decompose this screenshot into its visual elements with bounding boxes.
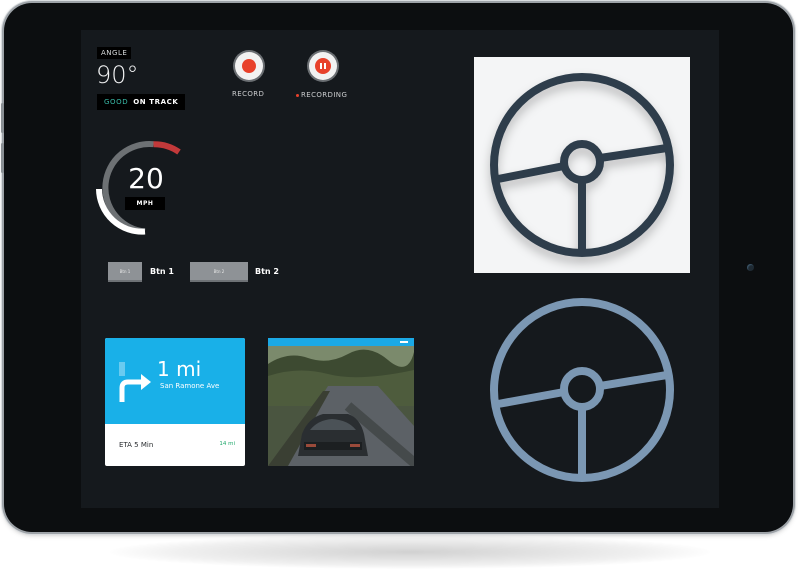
camera-feed-image	[268, 346, 414, 466]
record-button[interactable]	[235, 52, 263, 80]
speed-unit: MPH	[125, 197, 165, 210]
camera-feed-card[interactable]	[268, 338, 414, 466]
tablet-device: ANGLE 90° GOOD ON TRACK RECORD RECORDING …	[1, 3, 793, 532]
device-shadow	[110, 535, 710, 569]
dashboard-screen: ANGLE 90° GOOD ON TRACK RECORD RECORDING …	[81, 30, 719, 508]
nav-street: San Ramone Ave	[160, 382, 220, 390]
btn-1[interactable]: Btn 1	[108, 262, 142, 282]
status-track-text: ON TRACK	[133, 98, 179, 106]
camera-icon	[747, 264, 754, 271]
angle-value: 90°	[96, 61, 139, 89]
status-badge: GOOD ON TRACK	[97, 94, 186, 110]
btn-2[interactable]: Btn 2	[190, 262, 248, 282]
volume-up-button	[1, 103, 4, 133]
pause-icon	[315, 58, 331, 74]
speed-value: 20	[128, 162, 164, 195]
nav-eta-distance: 14 mi	[219, 441, 235, 447]
recording-status: RECORDING	[296, 91, 347, 99]
camera-feed-header	[268, 338, 414, 346]
gauge-redline	[153, 141, 181, 155]
status-good-text: GOOD	[104, 98, 129, 106]
minimize-icon[interactable]	[400, 341, 408, 343]
angle-label: ANGLE	[97, 47, 132, 59]
record-icon	[242, 59, 256, 73]
steering-wheel-icon	[490, 73, 674, 257]
record-label: RECORD	[232, 90, 265, 98]
recording-label: RECORDING	[301, 91, 348, 99]
nav-eta: ETA 5 Min	[119, 441, 154, 449]
steering-wheel-alt-icon[interactable]	[474, 282, 690, 498]
navigation-header: 1 mi San Ramone Ave	[105, 338, 245, 424]
btn-2-label: Btn 2	[255, 267, 279, 276]
recording-dot-icon	[296, 93, 299, 97]
steering-wheel-panel[interactable]	[474, 57, 690, 273]
navigation-card[interactable]: 1 mi San Ramone Ave ETA 5 Min 14 mi	[105, 338, 245, 466]
btn-1-label: Btn 1	[150, 267, 174, 276]
volume-down-button	[1, 143, 4, 173]
pause-recording-button[interactable]	[309, 52, 337, 80]
nav-distance: 1 mi	[157, 357, 202, 381]
turn-right-arrow-icon	[119, 362, 151, 402]
